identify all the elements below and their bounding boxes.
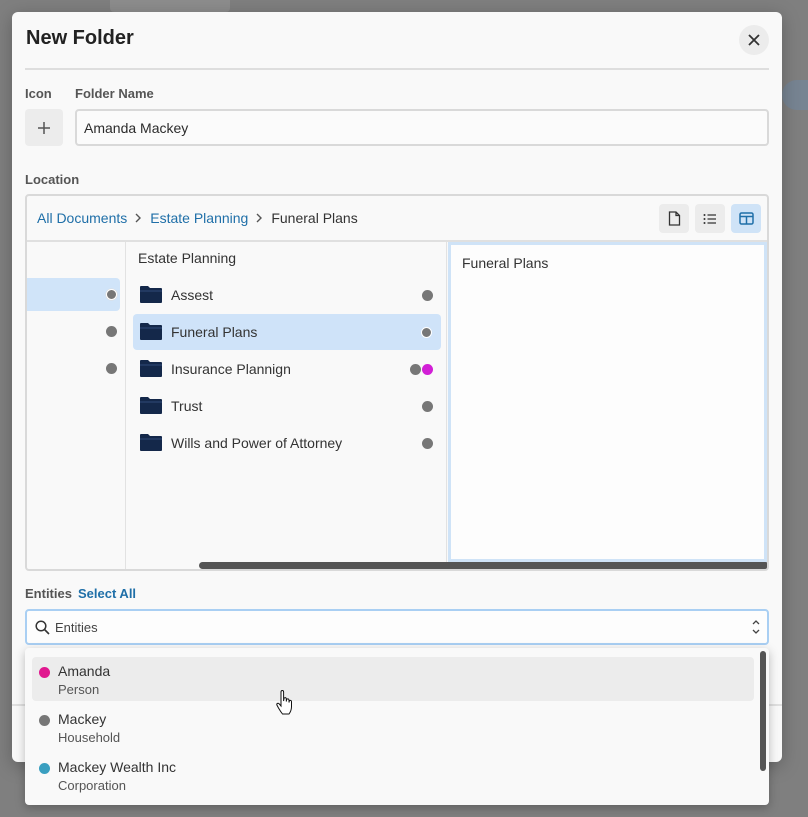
location-browser: All Documents Estate Planning Funeral Pl… (25, 194, 769, 571)
entity-dot (410, 364, 421, 375)
entity-dot (422, 438, 433, 449)
entity-name: Mackey Wealth Inc (58, 759, 177, 775)
view-toggle-group (659, 204, 761, 233)
folder-label: Trust (171, 398, 203, 414)
parent-folder-row[interactable] (27, 278, 120, 311)
entities-input-text: Entities (55, 620, 98, 635)
entity-name: Amanda (58, 663, 111, 679)
list-icon (703, 213, 716, 224)
breadcrumb-all-documents[interactable]: All Documents (37, 210, 127, 226)
columns-icon (738, 212, 754, 225)
entity-dot (106, 289, 117, 300)
entity-type: Person (58, 682, 100, 697)
folder-icon (140, 360, 162, 377)
folder-label: Wills and Power of Attorney (171, 435, 343, 451)
folder-row-insurance-plannign[interactable]: Insurance Plannign (133, 351, 441, 387)
close-icon (748, 34, 760, 46)
breadcrumb-funeral-plans: Funeral Plans (271, 210, 358, 226)
column-header: Estate Planning (138, 250, 237, 266)
folder-icon (140, 397, 162, 414)
document-icon (668, 211, 680, 226)
background-avatar (782, 80, 808, 110)
entity-name: Mackey (58, 711, 107, 727)
background-search (110, 0, 230, 12)
columns-view-button[interactable] (731, 204, 761, 233)
estate-planning-column: Estate Planning Assest Funeral Plans Ins… (127, 242, 447, 569)
entity-color-dot (39, 667, 50, 678)
modal-header: New Folder (25, 12, 769, 70)
folder-icon (140, 434, 162, 451)
folder-row-wills[interactable]: Wills and Power of Attorney (133, 425, 441, 461)
hand-cursor-icon (276, 690, 293, 715)
list-view-button[interactable] (695, 204, 725, 233)
folder-icon (140, 323, 162, 340)
folder-row-trust[interactable]: Trust (133, 388, 441, 424)
entity-dot (106, 363, 117, 374)
chevron-up-down-icon (752, 620, 760, 634)
entity-option-mackey-wealth-inc[interactable]: Mackey Wealth Inc Corporation (32, 753, 754, 797)
location-label: Location (25, 172, 80, 187)
column-header: Funeral Plans (462, 255, 549, 271)
entities-search-input[interactable]: Entities (25, 609, 769, 645)
parent-column (27, 242, 126, 569)
entity-color-dot (39, 763, 50, 774)
chevron-right-icon (135, 210, 142, 226)
folder-name-label: Folder Name (75, 86, 154, 101)
entity-dot (421, 327, 432, 338)
entities-label: Entities (25, 586, 72, 601)
entities-dropdown: Amanda Person Mackey Household Mackey We… (25, 648, 769, 805)
entity-option-amanda[interactable]: Amanda Person (32, 657, 754, 701)
folder-row-assest[interactable]: Assest (133, 277, 441, 313)
close-button[interactable] (739, 25, 769, 55)
chevron-right-icon (256, 210, 263, 226)
entity-type: Household (58, 730, 121, 745)
search-icon (35, 620, 50, 635)
entity-dot (422, 401, 433, 412)
horizontal-scrollbar[interactable] (199, 562, 767, 569)
funeral-plans-column[interactable]: Funeral Plans (448, 242, 767, 562)
dropdown-scrollbar[interactable] (760, 651, 766, 771)
plus-icon (38, 121, 50, 134)
breadcrumb-estate-planning[interactable]: Estate Planning (150, 210, 248, 226)
folder-label: Assest (171, 287, 214, 303)
entity-dot (422, 364, 433, 375)
entity-dot (106, 326, 117, 337)
folder-icon (140, 286, 162, 303)
folder-label: Insurance Plannign (171, 361, 291, 377)
parent-folder-row[interactable] (27, 315, 120, 348)
folder-name-input[interactable] (75, 109, 769, 146)
document-view-button[interactable] (659, 204, 689, 233)
entity-dot (422, 290, 433, 301)
select-all-link[interactable]: Select All (78, 586, 136, 601)
modal-title: New Folder (26, 27, 134, 49)
entity-option-mackey[interactable]: Mackey Household (32, 705, 754, 749)
breadcrumb: All Documents Estate Planning Funeral Pl… (37, 196, 358, 240)
folder-row-funeral-plans[interactable]: Funeral Plans (133, 314, 441, 350)
entity-type: Corporation (58, 778, 126, 793)
folder-label: Funeral Plans (171, 324, 258, 340)
parent-folder-row[interactable] (27, 352, 120, 385)
entity-color-dot (39, 715, 50, 726)
icon-picker-button[interactable] (25, 109, 63, 146)
icon-label: Icon (25, 86, 52, 101)
